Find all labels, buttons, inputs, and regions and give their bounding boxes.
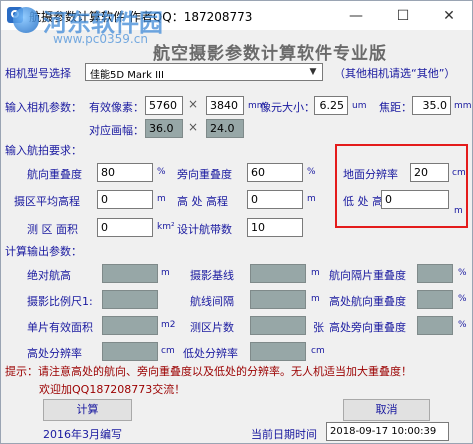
- high-forward-overlap-output: [417, 290, 453, 309]
- camera-model-label: 相机型号选择: [5, 67, 71, 80]
- focal-input[interactable]: 35.0: [412, 96, 451, 115]
- pixels-width-input[interactable]: 5760: [145, 96, 183, 115]
- photo-area-label: 单片有效面积: [27, 321, 93, 334]
- photo-area-unit: m2: [161, 320, 176, 330]
- low-gsd-unit: cm: [311, 346, 325, 356]
- written-date: 2016年3月编写: [43, 428, 122, 441]
- flight-params-section-label: 输入航拍要求：: [5, 144, 82, 157]
- side-overlap-label: 旁向重叠度: [177, 168, 232, 181]
- high-side-overlap-label: 高处旁向重叠度: [329, 321, 406, 334]
- watermark-url: www.pc0359.cn: [53, 32, 148, 46]
- cancel-button[interactable]: 取消: [343, 399, 430, 421]
- camera-model-value: 佳能5D Mark III: [90, 70, 164, 81]
- scale-output: [102, 290, 158, 309]
- high-forward-overlap-unit: %: [458, 294, 467, 304]
- camera-model-select[interactable]: 佳能5D Mark III ▼: [85, 63, 323, 81]
- side-overlap-input[interactable]: 60: [247, 163, 303, 182]
- scale-label: 摄影比例尺1:: [27, 295, 93, 308]
- gsd-unit: cm: [452, 168, 466, 178]
- strips-input[interactable]: 10: [247, 218, 303, 237]
- photo-count-output: [250, 316, 306, 335]
- area-unit: km²: [157, 222, 175, 232]
- camera-note: （其他相机请选“其他”）: [334, 67, 456, 80]
- forward-overlap-input[interactable]: 80: [97, 163, 153, 182]
- low-gsd-label: 低处分辨率: [183, 347, 238, 360]
- baseline-unit: m: [311, 268, 320, 278]
- camera-params-section-label: 输入相机参数：: [5, 101, 82, 114]
- minimize-button[interactable]: —: [333, 1, 379, 30]
- main-heading: 航空摄影参数计算软件专业版: [153, 44, 387, 64]
- close-button[interactable]: ✕: [426, 1, 472, 30]
- output-section-label: 计算输出参数：: [5, 245, 82, 258]
- adj-forward-overlap-unit: %: [458, 268, 467, 278]
- high-elevation-label: 高 处 高程: [177, 195, 228, 208]
- maximize-button[interactable]: ☐: [380, 1, 426, 30]
- pixel-size-label: 像元大小：: [260, 101, 315, 114]
- hint-text: 提示：请注意高处的航向、旁向重叠度以及低处的分辨率。无人机适当加大重叠度！: [5, 365, 412, 378]
- low-elevation-input[interactable]: 0: [381, 190, 449, 209]
- focal-label: 焦距：: [379, 101, 412, 114]
- high-gsd-unit: cm: [161, 346, 175, 356]
- high-forward-overlap-label: 高处航向重叠度: [329, 295, 406, 308]
- area-label: 测 区 面积: [27, 223, 78, 236]
- frame-label: 对应画幅：: [89, 124, 144, 137]
- highlight-frame: [335, 144, 468, 228]
- low-gsd-output: [250, 342, 306, 361]
- forward-overlap-unit: %: [157, 167, 166, 177]
- avg-elevation-input[interactable]: 0: [97, 190, 153, 209]
- high-side-overlap-output: [417, 316, 453, 335]
- focal-unit: mm: [454, 101, 472, 111]
- photo-count-unit: 张: [313, 321, 324, 334]
- strip-spacing-output: [250, 290, 306, 309]
- side-overlap-unit: %: [307, 167, 316, 177]
- low-elevation-unit: m: [454, 206, 463, 216]
- photo-area-output: [102, 316, 158, 335]
- gsd-label: 地面分辨率: [343, 168, 398, 181]
- datetime-label: 当前日期时间: [251, 428, 317, 441]
- frame-width-field: 36.0: [145, 119, 183, 138]
- watermark-logo-icon: [13, 7, 39, 33]
- forward-overlap-label: 航向重叠度: [27, 168, 82, 181]
- pixels-label: 有效像素：: [89, 101, 144, 114]
- avg-elevation-label: 摄区平均高程: [14, 195, 80, 208]
- chevron-down-icon: ▼: [309, 67, 317, 77]
- baseline-output: [250, 264, 306, 283]
- high-elevation-unit: m: [307, 194, 316, 204]
- calculate-button[interactable]: 计算: [43, 399, 132, 421]
- high-gsd-label: 高处分辨率: [27, 347, 82, 360]
- adj-forward-overlap-output: [417, 264, 453, 283]
- abs-height-label: 绝对航高: [27, 269, 71, 282]
- high-gsd-output: [102, 342, 158, 361]
- strips-label: 设计航带数: [177, 223, 232, 236]
- adj-forward-overlap-label: 航向隔片重叠度: [329, 269, 406, 282]
- pixels-height-input[interactable]: 3840: [206, 96, 244, 115]
- times-icon: ×: [188, 120, 199, 134]
- frame-height-field: 24.0: [206, 119, 244, 138]
- photo-count-label: 测区片数: [190, 321, 234, 334]
- app-window: 航摄参数计算软件 作者QQ：187208773 — ☐ ✕ 河东软件园 www.…: [0, 0, 473, 444]
- high-elevation-input[interactable]: 0: [247, 190, 303, 209]
- abs-height-unit: m: [161, 268, 170, 278]
- pixel-size-input[interactable]: 6.25: [314, 96, 348, 115]
- avg-elevation-unit: m: [157, 194, 166, 204]
- gsd-input[interactable]: 20: [410, 163, 449, 182]
- strip-spacing-label: 航线间隔: [190, 295, 234, 308]
- high-side-overlap-unit: %: [458, 320, 467, 330]
- pixel-size-unit: um: [352, 101, 367, 111]
- strip-spacing-unit: m: [311, 294, 320, 304]
- abs-height-output: [102, 264, 158, 283]
- area-input[interactable]: 0: [97, 218, 153, 237]
- times-icon: ×: [188, 97, 199, 111]
- hint-contact: 欢迎加QQ187208773交流！: [39, 383, 186, 396]
- datetime-field: 2018-09-17 10:00:39: [326, 422, 449, 441]
- baseline-label: 摄影基线: [190, 269, 234, 282]
